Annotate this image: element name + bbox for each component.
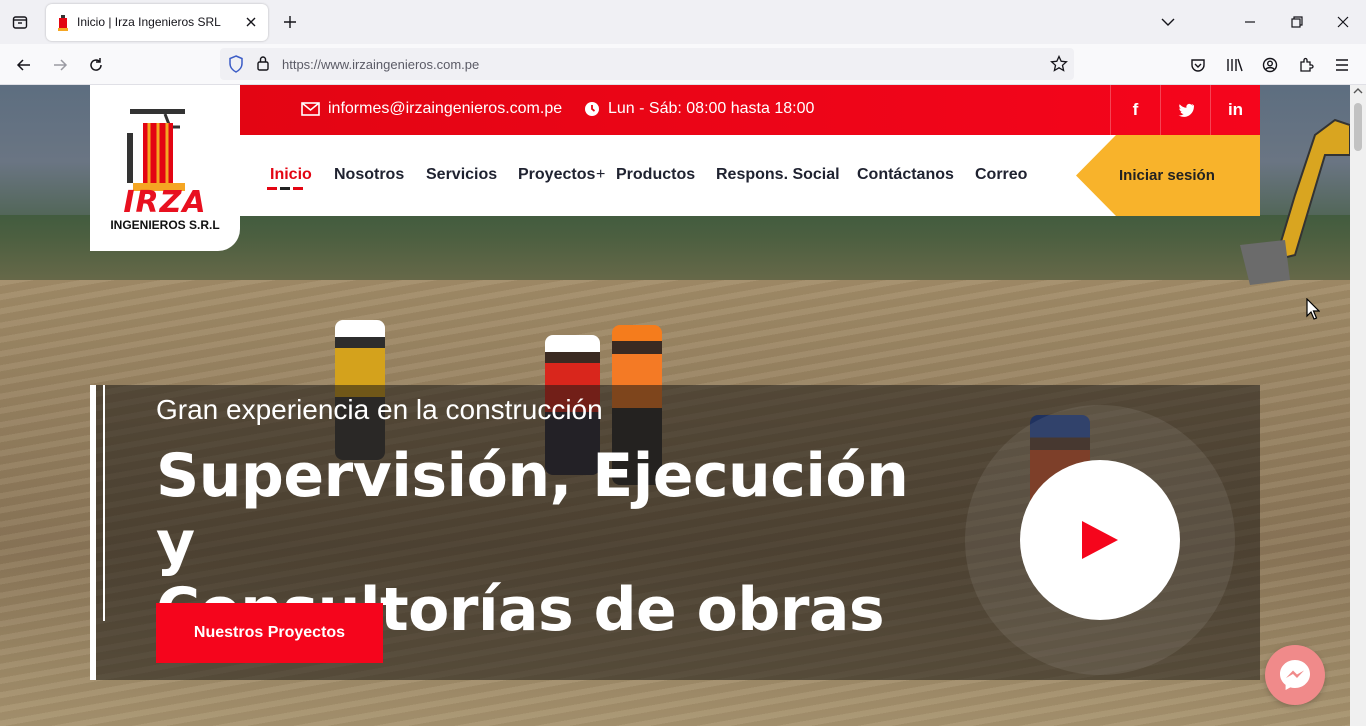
clock-icon <box>585 102 599 116</box>
pocket-icon[interactable] <box>1186 53 1210 77</box>
twitter-icon <box>1178 103 1194 117</box>
extensions-icon[interactable] <box>1294 53 1318 77</box>
reload-icon[interactable] <box>84 53 108 77</box>
account-icon[interactable] <box>1258 53 1282 77</box>
menu-icon[interactable] <box>1330 53 1354 77</box>
irza-favicon-icon <box>56 15 70 31</box>
plus-icon[interactable] <box>280 12 300 32</box>
hero-accent-line-thin <box>103 385 105 621</box>
logo-building-icon <box>127 109 185 191</box>
forward-icon[interactable] <box>48 53 72 77</box>
nav-correo[interactable]: Correo <box>975 166 1027 184</box>
login-label[interactable]: Iniciar sesión <box>1119 167 1215 184</box>
tab-bar: Inicio | Irza Ingenieros SRL <box>0 0 1366 44</box>
lock-icon[interactable] <box>256 55 270 76</box>
close-icon[interactable] <box>242 13 260 31</box>
page-viewport: IRZA INGENIEROS S.R.L informes@irzaingen… <box>0 85 1350 726</box>
office-hours: Lun - Sáb: 08:00 hasta 18:00 <box>584 100 814 118</box>
star-icon[interactable] <box>1050 54 1068 78</box>
nav-nosotros[interactable]: Nosotros <box>334 166 404 184</box>
logo-name: IRZA <box>123 185 207 220</box>
url-text[interactable]: https://www.irzaingenieros.com.pe <box>282 57 479 72</box>
site-logo[interactable]: IRZA INGENIEROS S.R.L <box>90 85 240 251</box>
hero-title-line1: Supervisión, Ejecución y <box>156 441 909 578</box>
nav-proyectos-expand-icon[interactable]: + <box>596 166 605 184</box>
play-icon <box>1082 521 1118 559</box>
close-window-icon[interactable] <box>1331 10 1355 34</box>
navigation-toolbar: https://www.irzaingenieros.com.pe <box>0 44 1366 85</box>
nav-productos[interactable]: Productos <box>616 166 695 184</box>
minimize-icon[interactable] <box>1238 10 1262 34</box>
facebook-icon: f <box>1132 100 1139 119</box>
url-bar[interactable]: https://www.irzaingenieros.com.pe <box>220 48 1074 80</box>
linkedin-link[interactable]: in <box>1210 85 1260 135</box>
scroll-up-icon[interactable] <box>1353 87 1363 95</box>
contact-email[interactable]: informes@irzaingenieros.com.pe <box>301 100 562 118</box>
logo-subtitle: INGENIEROS S.R.L <box>110 218 220 232</box>
video-play-button[interactable] <box>1020 460 1180 620</box>
hero-subtitle: Gran experiencia en la construcción <box>156 394 603 425</box>
shield-icon[interactable] <box>228 55 244 78</box>
twitter-link[interactable] <box>1160 85 1210 135</box>
chevron-down-icon[interactable] <box>1156 10 1180 34</box>
login-button[interactable]: Iniciar sesión <box>1076 135 1260 216</box>
main-navigation: Inicio Nosotros Servicios Proyectos + Pr… <box>240 135 1260 216</box>
mouse-cursor-icon <box>1306 298 1320 320</box>
restore-icon[interactable] <box>1285 10 1309 34</box>
nav-inicio[interactable]: Inicio <box>270 166 312 184</box>
hero-accent-line <box>90 385 96 680</box>
tab-list-icon[interactable] <box>8 11 32 33</box>
page-scrollbar[interactable] <box>1350 85 1366 726</box>
library-icon[interactable] <box>1223 53 1247 77</box>
scroll-thumb[interactable] <box>1354 103 1362 151</box>
active-indicator <box>267 187 303 190</box>
facebook-link[interactable]: f <box>1110 85 1160 135</box>
contact-topbar: informes@irzaingenieros.com.pe Lun - Sáb… <box>240 85 1260 135</box>
messenger-chat-button[interactable] <box>1265 645 1325 705</box>
messenger-icon <box>1280 660 1310 690</box>
mail-icon <box>301 102 320 116</box>
back-icon[interactable] <box>12 53 36 77</box>
nav-servicios[interactable]: Servicios <box>426 166 497 184</box>
nav-proyectos[interactable]: Proyectos <box>518 166 595 184</box>
browser-tab[interactable]: Inicio | Irza Ingenieros SRL <box>46 4 268 41</box>
linkedin-icon: in <box>1227 100 1244 119</box>
projects-button[interactable]: Nuestros Proyectos <box>156 603 383 663</box>
nav-responsabilidad-social[interactable]: Respons. Social <box>716 166 840 184</box>
tab-title: Inicio | Irza Ingenieros SRL <box>77 15 221 29</box>
nav-contactanos[interactable]: Contáctanos <box>857 166 954 184</box>
contact-email-text[interactable]: informes@irzaingenieros.com.pe <box>328 100 562 118</box>
office-hours-text: Lun - Sáb: 08:00 hasta 18:00 <box>608 100 815 117</box>
